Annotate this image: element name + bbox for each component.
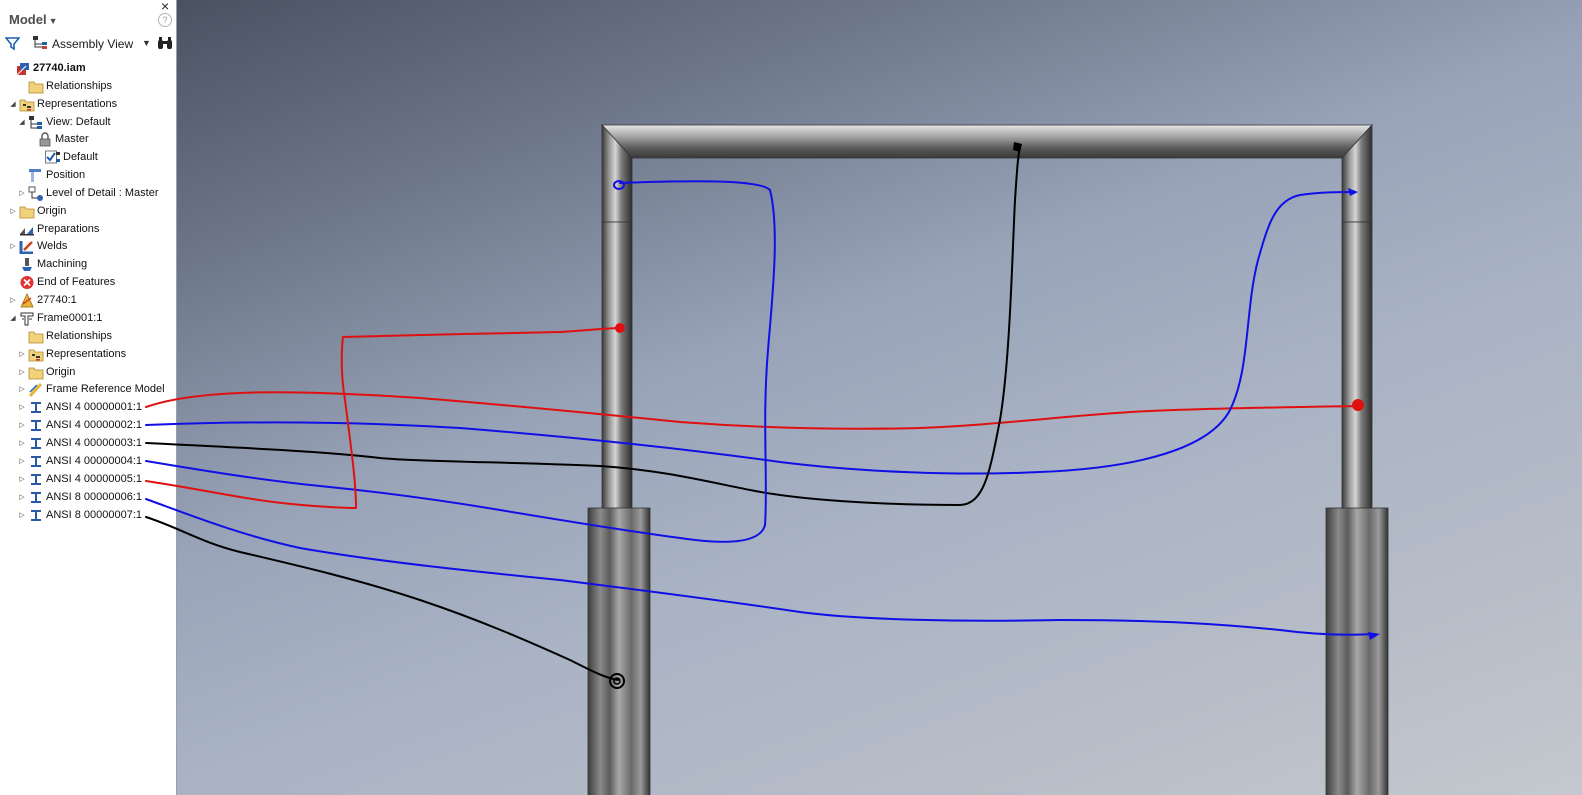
- weldment-icon: [19, 293, 35, 308]
- expand-toggle-icon[interactable]: ▷: [8, 203, 18, 220]
- folder-icon: [28, 79, 44, 94]
- checked-view-icon: [45, 150, 61, 165]
- help-icon[interactable]: ?: [158, 13, 172, 27]
- expand-toggle-icon[interactable]: ▷: [17, 489, 27, 506]
- tree-item-label: ANSI 4 00000004:1: [46, 455, 143, 467]
- tree-item-label: Preparations: [37, 223, 100, 235]
- assembly-view-selector[interactable]: Assembly View: [52, 37, 133, 51]
- representations-icon: [28, 347, 44, 362]
- chevron-down-icon: ▼: [48, 16, 58, 26]
- lock-icon: [37, 132, 53, 147]
- panel-title-dropdown[interactable]: Model ▼: [9, 12, 57, 27]
- browser-toolbar: Assembly View ▼: [0, 34, 176, 54]
- tree-item-label: Frame0001:1: [37, 312, 103, 324]
- tree-item-label: Origin: [37, 205, 67, 217]
- tree-item-label: ANSI 4 00000001:1: [46, 401, 143, 413]
- expand-toggle-icon[interactable]: ▷: [8, 292, 18, 309]
- expand-toggle-icon[interactable]: ▷: [17, 399, 27, 416]
- position-icon: [28, 168, 44, 183]
- tree-item-label: ANSI 4 00000005:1: [46, 473, 143, 485]
- tree-item-label: View: Default: [46, 116, 111, 128]
- frame-icon: [19, 311, 35, 326]
- ibeam-icon: [28, 418, 44, 433]
- tree-item-label: Position: [46, 169, 86, 181]
- ibeam-icon: [28, 400, 44, 415]
- expand-toggle-icon[interactable]: ▷: [17, 453, 27, 470]
- tree-item-label: 27740.iam: [33, 62, 86, 74]
- folder-icon: [28, 329, 44, 344]
- tree-item-label: Default: [63, 151, 98, 163]
- model-browser-panel: Model ▼ × ? Assembly View ▼ 27740.iam Rela…: [0, 0, 177, 795]
- machining-icon: [19, 257, 35, 272]
- tree-item-label: Machining: [37, 258, 88, 270]
- binoculars-icon[interactable]: [157, 36, 173, 50]
- tree-item-label: End of Features: [37, 276, 116, 288]
- preparations-icon: [19, 222, 35, 237]
- expand-toggle-icon[interactable]: ◢: [8, 310, 18, 327]
- filter-icon[interactable]: [5, 36, 20, 51]
- tree-item-label: ANSI 4 00000002:1: [46, 419, 143, 431]
- assembly-icon: [15, 61, 31, 76]
- tree-item-label: Master: [55, 133, 89, 145]
- ibeam-icon: [28, 454, 44, 469]
- ibeam-icon: [28, 508, 44, 523]
- tree-item-label: Origin: [46, 366, 76, 378]
- graphics-viewport[interactable]: [177, 0, 1582, 795]
- expand-toggle-icon[interactable]: ▷: [17, 417, 27, 434]
- tree-item-label: Welds: [37, 240, 68, 252]
- tree-item-label: ANSI 4 00000003:1: [46, 437, 143, 449]
- expand-toggle-icon[interactable]: ▷: [17, 364, 27, 381]
- expand-toggle-icon[interactable]: ▷: [17, 507, 27, 524]
- assembly-view-icon: [33, 36, 47, 49]
- ibeam-icon: [28, 490, 44, 505]
- expand-toggle-icon[interactable]: ▷: [17, 346, 27, 363]
- tree-item-label: Relationships: [46, 80, 113, 92]
- ibeam-icon: [28, 436, 44, 451]
- expand-toggle-icon[interactable]: ▷: [17, 435, 27, 452]
- annotation-layer: [177, 0, 1582, 795]
- folder-icon: [19, 204, 35, 219]
- frame-reference-icon: [28, 382, 44, 398]
- tree-item-label: Representations: [46, 348, 127, 360]
- view-rep-icon: [28, 115, 44, 130]
- panel-title: Model: [9, 12, 47, 27]
- expand-toggle-icon[interactable]: ◢: [17, 114, 27, 131]
- expand-toggle-icon[interactable]: ▷: [17, 381, 27, 398]
- expand-toggle-icon[interactable]: ◢: [8, 96, 18, 113]
- representations-icon: [19, 97, 35, 112]
- ibeam-icon: [28, 472, 44, 487]
- tree-item-label: 27740:1: [37, 294, 77, 306]
- chevron-down-icon[interactable]: ▼: [142, 38, 151, 48]
- folder-icon: [28, 365, 44, 380]
- end-of-features-icon: [19, 275, 35, 290]
- tree-item-label: ANSI 8 00000007:1: [46, 509, 143, 521]
- tree-item-label: Representations: [37, 98, 118, 110]
- close-icon[interactable]: ×: [161, 0, 169, 14]
- tree-item-label: Level of Detail : Master: [46, 187, 159, 199]
- tree-item-label: Relationships: [46, 330, 113, 342]
- expand-toggle-icon[interactable]: ▷: [8, 238, 18, 255]
- welds-icon: [19, 239, 35, 255]
- tree-item-label: Frame Reference Model: [46, 383, 165, 395]
- expand-toggle-icon[interactable]: ▷: [17, 471, 27, 488]
- tree-item-label: ANSI 8 00000006:1: [46, 491, 143, 503]
- level-of-detail-icon: [28, 186, 44, 201]
- expand-toggle-icon[interactable]: ▷: [17, 185, 27, 202]
